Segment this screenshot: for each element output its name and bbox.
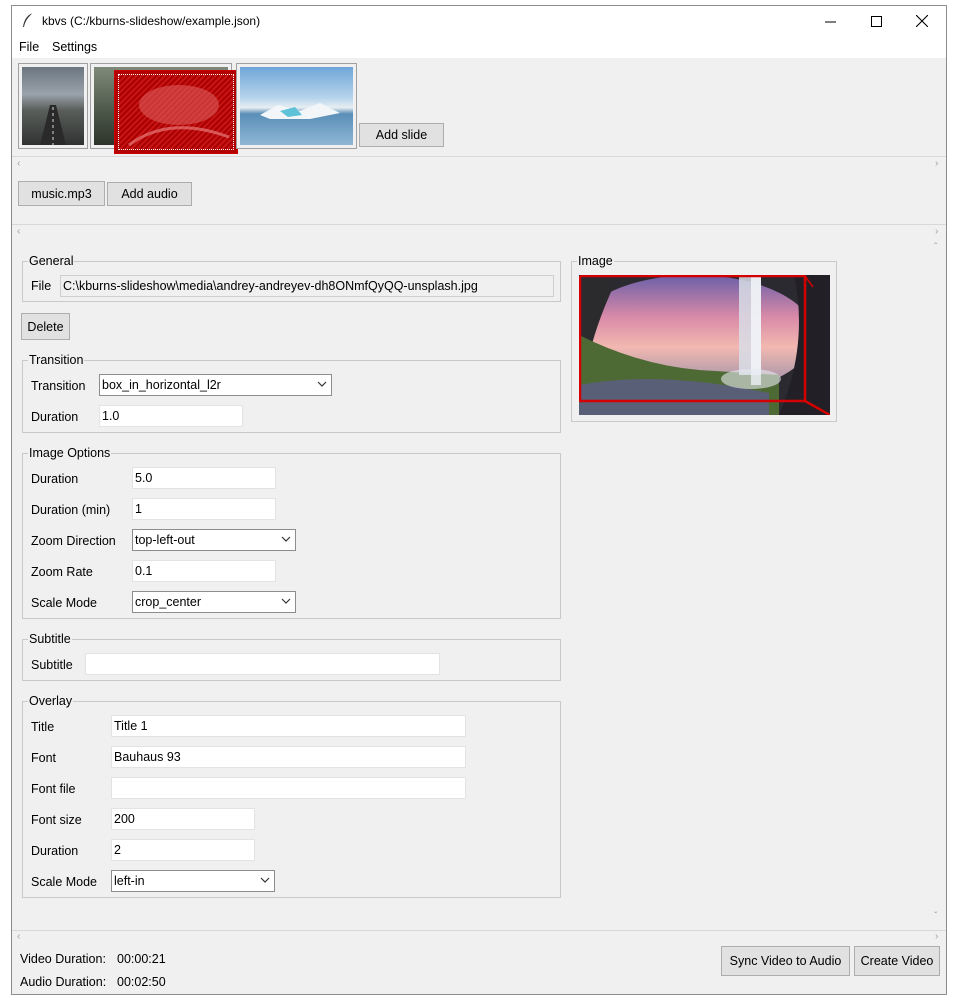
menu-file[interactable]: File (19, 40, 39, 54)
close-button[interactable] (899, 6, 945, 36)
sync-video-to-audio-button[interactable]: Sync Video to Audio (721, 946, 850, 976)
slide-thumbnail[interactable] (18, 63, 88, 149)
overlay-font-label: Font (31, 751, 57, 765)
subtitle-input[interactable] (85, 653, 440, 675)
slide-image-road (22, 67, 84, 145)
feather-icon (23, 12, 34, 27)
scroll-left-icon[interactable]: ‹ (17, 226, 20, 237)
file-label: File (31, 279, 52, 293)
audio-duration-value: 00:02:50 (117, 975, 166, 989)
overlay-duration-label: Duration (31, 844, 79, 858)
scroll-down-icon[interactable]: ˇ (934, 911, 937, 922)
slide-image-waterfall-selected (118, 74, 234, 150)
transition-duration-input[interactable]: 1.0 (99, 405, 243, 427)
scale-mode-label: Scale Mode (31, 596, 98, 610)
chevron-down-icon (281, 536, 291, 542)
transition-duration-label: Duration (31, 410, 79, 424)
transition-value: box_in_horizontal_l2r (102, 378, 221, 392)
slide-image-glacier (240, 67, 353, 145)
minimize-icon (824, 21, 836, 22)
maximize-button[interactable] (853, 6, 899, 36)
scale-mode-select[interactable]: crop_center (132, 591, 296, 613)
slide-thumbnail[interactable] (236, 63, 357, 149)
image-preview[interactable] (579, 275, 830, 415)
overlay-font-file-label: Font file (31, 782, 76, 796)
overlay-duration-input[interactable]: 2 (111, 839, 255, 861)
zoom-direction-value: top-left-out (135, 533, 195, 547)
general-group-label: General (28, 254, 75, 268)
image-preview-label: Image (577, 254, 614, 268)
scroll-left-icon[interactable]: ‹ (17, 931, 20, 942)
title-bar[interactable]: kbvs (C:/kburns-slideshow/example.json) (12, 6, 946, 36)
zoom-direction-select[interactable]: top-left-out (132, 529, 296, 551)
transition-group-label: Transition (28, 353, 85, 367)
divider (12, 156, 946, 157)
audio-duration-label: Audio Duration: (20, 975, 107, 989)
transition-label: Transition (31, 379, 86, 393)
chevron-down-icon (281, 598, 291, 604)
create-video-button[interactable]: Create Video (854, 946, 940, 976)
overlay-scale-mode-value: left-in (114, 874, 145, 888)
app-window: kbvs (C:/kburns-slideshow/example.json) … (11, 5, 947, 995)
overlay-title-input[interactable]: Title 1 (111, 715, 466, 737)
zoom-rate-input[interactable]: 0.1 (132, 560, 276, 582)
video-duration-label: Video Duration: (20, 952, 106, 966)
add-audio-button[interactable]: Add audio (107, 182, 192, 206)
add-slide-button[interactable]: Add slide (359, 123, 444, 147)
waterfall-preview-image (579, 275, 830, 415)
overlay-font-input[interactable]: Bauhaus 93 (111, 746, 466, 768)
scroll-right-icon[interactable]: › (935, 158, 938, 169)
video-duration-value: 00:00:21 (117, 952, 166, 966)
overlay-font-size-label: Font size (31, 813, 82, 827)
menu-settings[interactable]: Settings (52, 40, 97, 54)
close-icon (916, 15, 928, 27)
selected-slide-thumbnail[interactable] (114, 70, 238, 154)
overlay-group-label: Overlay (28, 694, 74, 708)
audio-track-button[interactable]: music.mp3 (18, 181, 105, 206)
file-path-field[interactable]: C:\kburns-slideshow\media\andrey-andreye… (60, 275, 554, 297)
delete-button[interactable]: Delete (21, 313, 70, 340)
chevron-down-icon (317, 381, 327, 387)
scroll-right-icon[interactable]: › (935, 226, 938, 237)
zoom-direction-label: Zoom Direction (31, 534, 116, 548)
overlay-scale-mode-select[interactable]: left-in (111, 870, 275, 892)
overlay-font-size-input[interactable]: 200 (111, 808, 255, 830)
overlay-font-file-input[interactable] (111, 777, 466, 799)
image-duration-min-label: Duration (min) (31, 503, 111, 517)
image-duration-input[interactable]: 5.0 (132, 467, 276, 489)
scale-mode-value: crop_center (135, 595, 202, 609)
zoom-rate-label: Zoom Rate (31, 565, 93, 579)
menu-bar: File Settings (12, 36, 946, 58)
maximize-icon (870, 15, 882, 27)
image-duration-min-input[interactable]: 1 (132, 498, 276, 520)
chevron-down-icon (260, 877, 270, 883)
transition-select[interactable]: box_in_horizontal_l2r (99, 374, 332, 396)
window-title: kbvs (C:/kburns-slideshow/example.json) (42, 14, 261, 28)
scroll-left-icon[interactable]: ‹ (17, 158, 20, 169)
image-duration-label: Duration (31, 472, 79, 486)
subtitle-label: Subtitle (31, 658, 73, 672)
overlay-scale-mode-label: Scale Mode (31, 875, 98, 889)
minimize-button[interactable] (807, 6, 853, 36)
divider (12, 930, 946, 931)
subtitle-group-label: Subtitle (28, 632, 72, 646)
image-options-group-label: Image Options (28, 446, 112, 460)
overlay-title-label: Title (31, 720, 55, 734)
scroll-up-icon[interactable]: ˆ (934, 242, 937, 253)
scroll-right-icon[interactable]: › (935, 931, 938, 942)
divider (12, 224, 946, 225)
